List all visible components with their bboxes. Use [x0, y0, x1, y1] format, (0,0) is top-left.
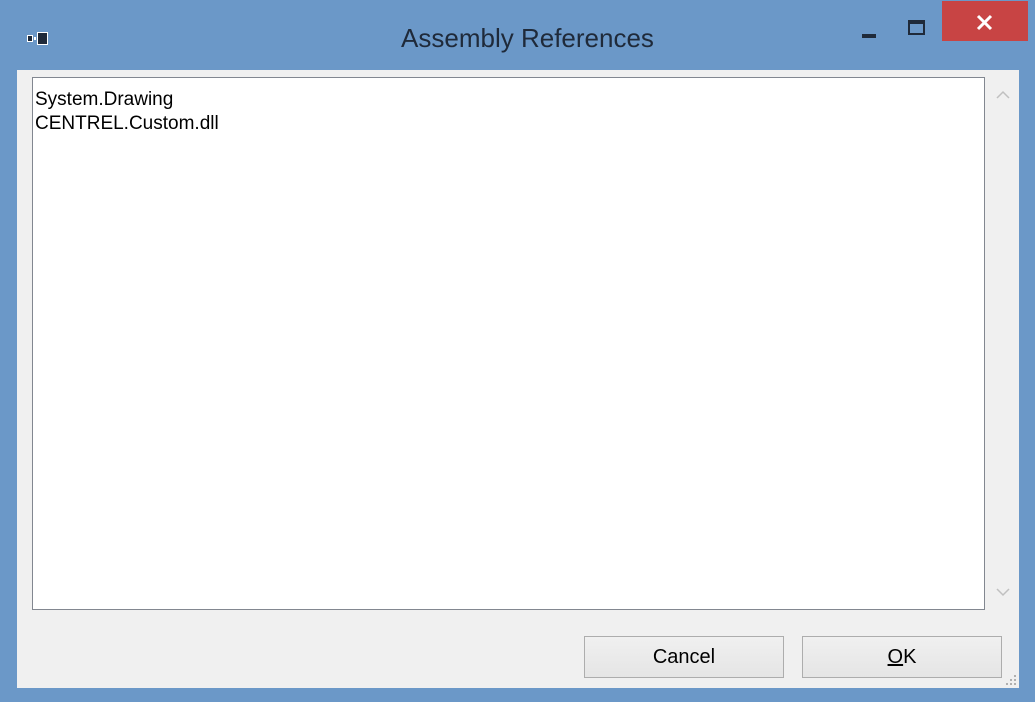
vertical-scrollbar[interactable]: [986, 77, 1019, 610]
resize-grip-icon[interactable]: [1003, 672, 1017, 686]
close-button[interactable]: [942, 1, 1028, 41]
scroll-down-button[interactable]: [986, 574, 1019, 610]
ok-label-mnemonic: O: [887, 645, 904, 668]
close-icon: [976, 14, 993, 31]
minimize-icon[interactable]: [850, 10, 890, 50]
cancel-button[interactable]: Cancel: [584, 636, 784, 678]
reference-line: CENTREL.Custom.dll: [35, 113, 219, 134]
scroll-up-button[interactable]: [986, 77, 1019, 113]
maximize-icon[interactable]: [896, 10, 936, 50]
ok-button[interactable]: OK: [802, 636, 1002, 678]
chevron-up-icon: [995, 90, 1010, 99]
title-bar[interactable]: Assembly References: [0, 0, 1035, 70]
dialog-client-area: System.Drawing CENTREL.Custom.dll Cancel…: [17, 70, 1019, 688]
ok-label-rest: K: [903, 645, 917, 668]
assembly-references-window: Assembly References System.Drawing CENTR…: [0, 0, 1035, 702]
chevron-down-icon: [995, 588, 1010, 597]
reference-line: System.Drawing: [35, 89, 174, 110]
references-textbox[interactable]: System.Drawing CENTREL.Custom.dll: [32, 77, 985, 610]
references-text[interactable]: System.Drawing CENTREL.Custom.dll: [35, 88, 219, 136]
